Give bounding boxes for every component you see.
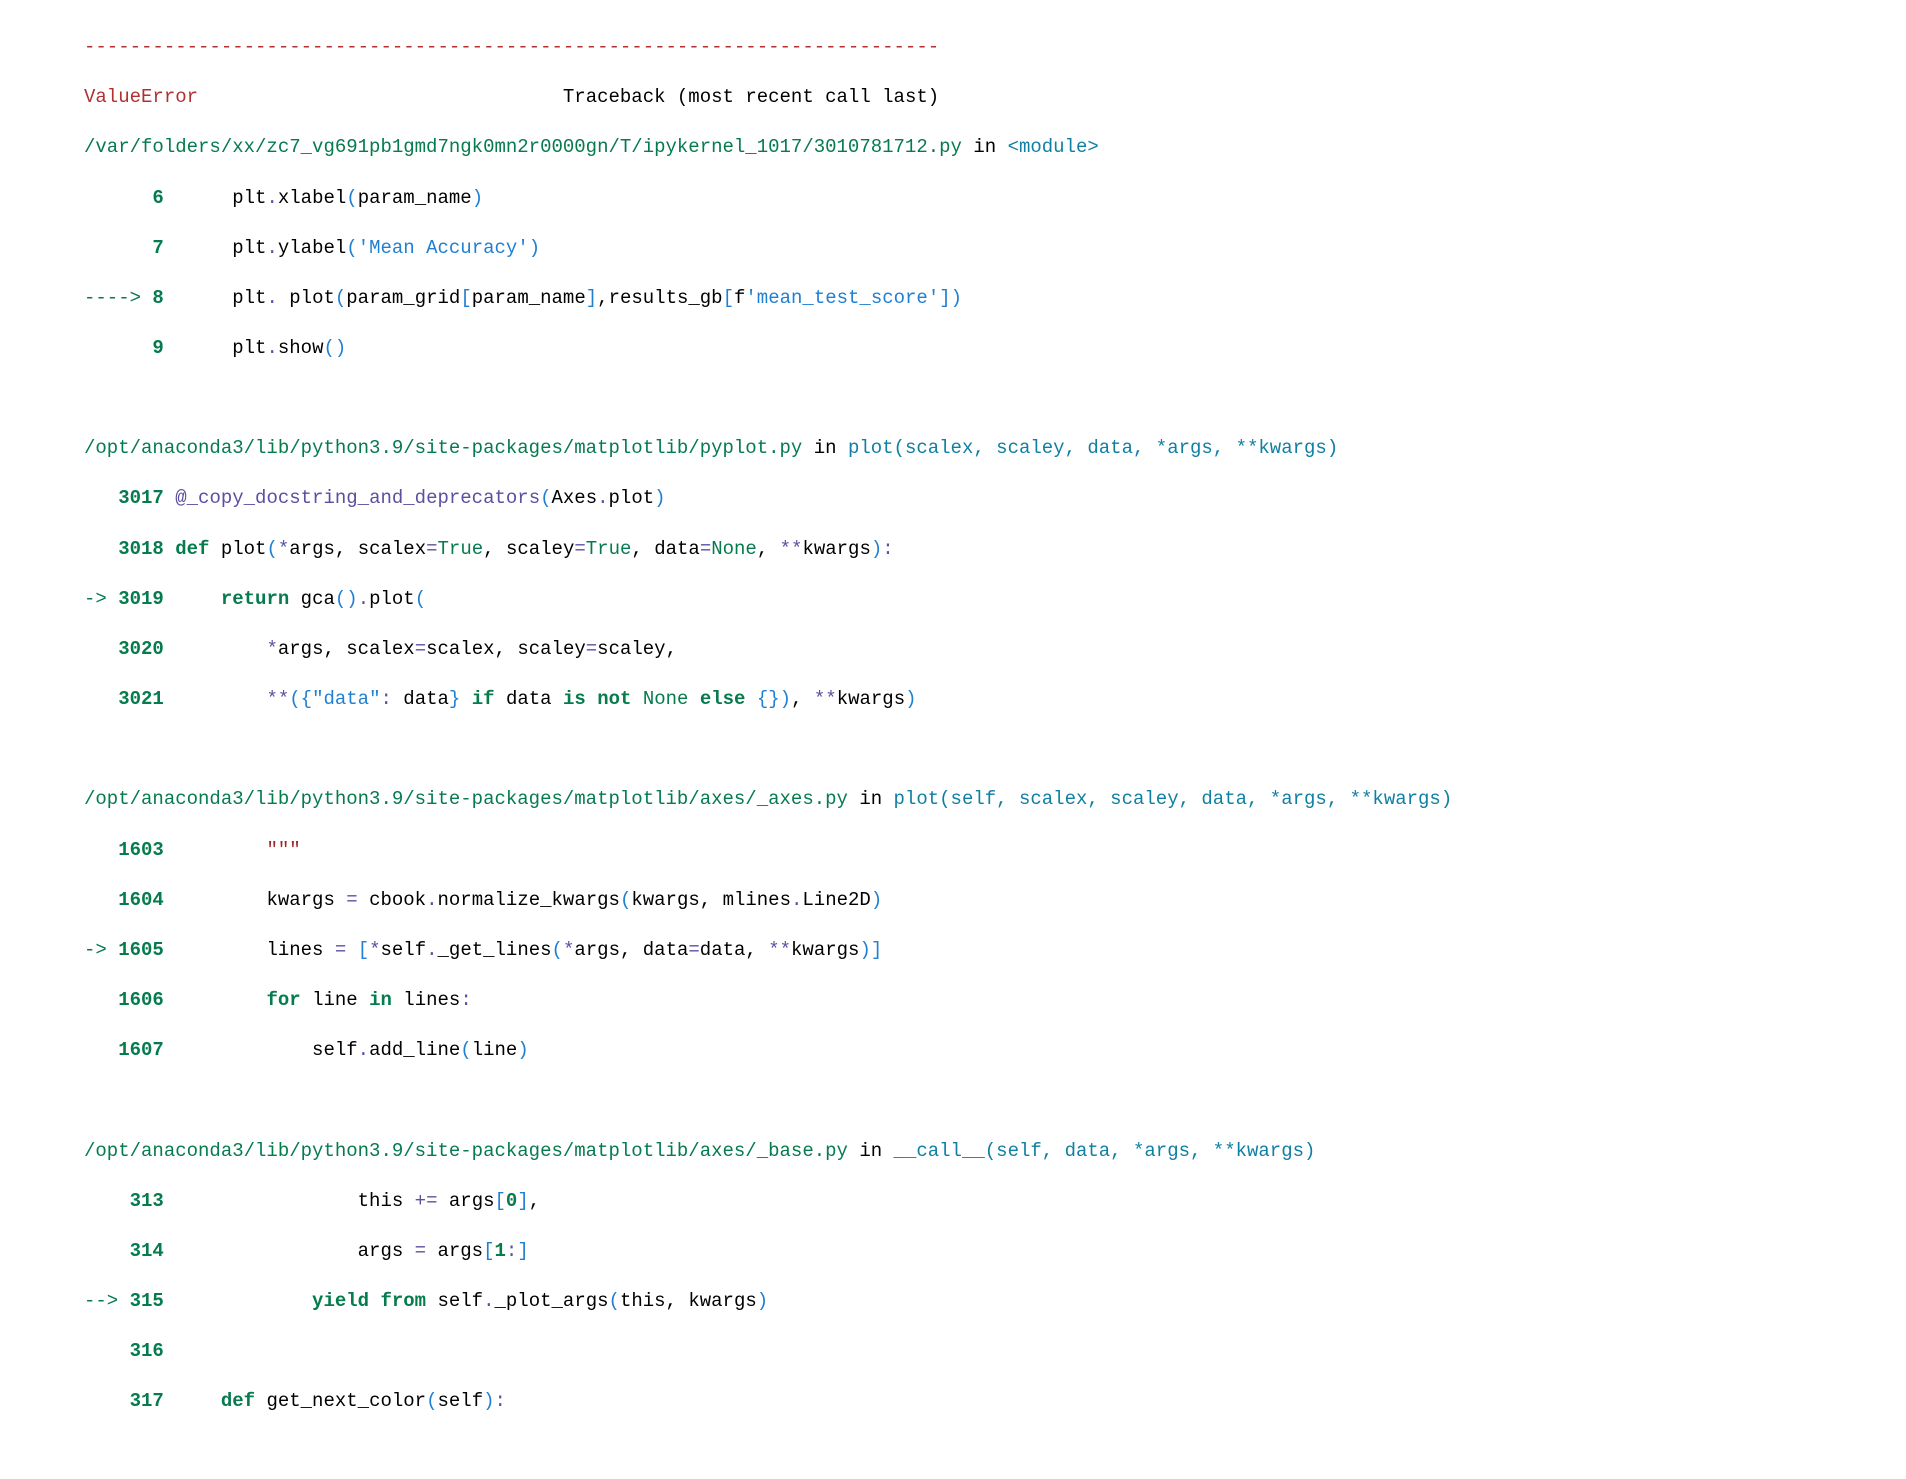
error-type: ValueError <box>84 86 198 108</box>
frame-0-header: /var/folders/xx/zc7_vg691pb1gmd7ngk0mn2r… <box>84 135 1906 160</box>
code-line-current: -> 1605 lines = [*self._get_lines(*args,… <box>84 938 1906 963</box>
code-line: 316 <box>84 1339 1906 1364</box>
code-line: 1607 self.add_line(line) <box>84 1038 1906 1063</box>
code-line: 314 args = args[1:] <box>84 1239 1906 1264</box>
code-line: 6 plt.xlabel(param_name) <box>84 186 1906 211</box>
code-line-current: ----> 8 plt. plot(param_grid[param_name]… <box>84 286 1906 311</box>
frame-1-header: /opt/anaconda3/lib/python3.9/site-packag… <box>84 436 1906 461</box>
code-line: 3017 @_copy_docstring_and_deprecators(Ax… <box>84 486 1906 511</box>
code-line: 7 plt.ylabel('Mean Accuracy') <box>84 236 1906 261</box>
code-line: 3018 def plot(*args, scalex=True, scaley… <box>84 537 1906 562</box>
code-line: 1604 kwargs = cbook.normalize_kwargs(kwa… <box>84 888 1906 913</box>
code-line-current: --> 315 yield from self._plot_args(this,… <box>84 1289 1906 1314</box>
traceback-output: ----------------------------------------… <box>0 10 1906 1439</box>
code-line: 1606 for line in lines: <box>84 988 1906 1013</box>
code-line: 9 plt.show() <box>84 336 1906 361</box>
code-line: 3021 **({"data": data} if data is not No… <box>84 687 1906 712</box>
code-line: 317 def get_next_color(self): <box>84 1389 1906 1414</box>
code-line: 1603 """ <box>84 838 1906 863</box>
code-line-current: -> 3019 return gca().plot( <box>84 587 1906 612</box>
code-line: 313 this += args[0], <box>84 1189 1906 1214</box>
code-line: 3020 *args, scalex=scalex, scaley=scaley… <box>84 637 1906 662</box>
frame-2-header: /opt/anaconda3/lib/python3.9/site-packag… <box>84 787 1906 812</box>
separator: ----------------------------------------… <box>84 36 939 58</box>
frame-3-header: /opt/anaconda3/lib/python3.9/site-packag… <box>84 1139 1906 1164</box>
traceback-label: Traceback (most recent call last) <box>563 86 939 108</box>
